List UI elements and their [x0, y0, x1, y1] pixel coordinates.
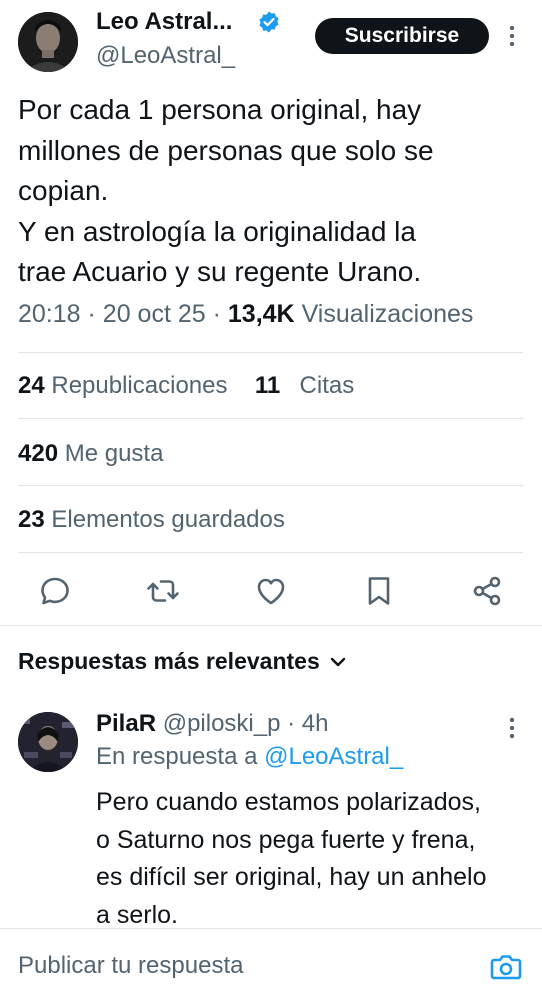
tweet-meta: 20:18 · 20 oct 25 · 13,4K Visualizacione…	[18, 300, 473, 329]
author-handle[interactable]: @LeoAstral_	[96, 42, 235, 70]
tweet-text: Por cada 1 persona original, hay millone…	[18, 90, 528, 293]
reply-item[interactable]: PilaR @piloski_p · 4h En respuesta a @Le…	[0, 700, 542, 929]
reposts-quotes-row: 24 Republicaciones 11 Citas	[18, 372, 354, 400]
reply-icon[interactable]	[37, 573, 73, 609]
bookmarks-row[interactable]: 23 Elementos guardados	[18, 506, 285, 534]
views-label[interactable]: Visualizaciones	[302, 300, 474, 328]
reply-to-mention[interactable]: @LeoAstral_	[264, 743, 403, 770]
reply-input[interactable]: Publicar tu respuesta	[18, 952, 243, 980]
reply-composer[interactable]: Publicar tu respuesta	[0, 930, 542, 1000]
tweet-header: Leo Astral... @LeoAstral_ Suscribirse	[0, 0, 542, 80]
reply-header: PilaR @piloski_p · 4h	[96, 710, 329, 738]
author-name[interactable]: Leo Astral...	[96, 8, 232, 36]
tweet-date[interactable]: 20 oct 25	[103, 300, 206, 328]
quotes-label[interactable]: Citas	[300, 372, 355, 399]
replies-sort-dropdown[interactable]: Respuestas más relevantes	[18, 648, 346, 675]
reply-text: Pero cuando estamos polarizados, o Satur…	[96, 784, 487, 934]
reply-author-handle[interactable]: @piloski_p	[163, 710, 281, 737]
reply-avatar[interactable]	[18, 712, 78, 772]
reply-text-line: o Saturno nos pega fuerte y frena,	[96, 825, 476, 854]
tweet-text-line: millones de personas que solo se	[18, 134, 434, 166]
bookmark-icon[interactable]	[361, 573, 397, 609]
bookmarks-count: 23	[18, 506, 45, 533]
reply-text-line: Pero cuando estamos polarizados,	[96, 788, 481, 816]
reply-time[interactable]: 4h	[302, 710, 329, 737]
reply-text-line: es difícil ser original, hay un anhelo	[96, 863, 487, 891]
action-bar	[0, 568, 542, 614]
reply-to-prefix: En respuesta a	[96, 743, 258, 770]
divider	[18, 485, 523, 486]
likes-row[interactable]: 420 Me gusta	[18, 440, 163, 468]
camera-icon[interactable]	[490, 952, 522, 982]
tweet-time[interactable]: 20:18	[18, 300, 81, 328]
divider	[0, 928, 542, 929]
reply-author-name[interactable]: PilaR	[96, 710, 156, 737]
likes-label: Me gusta	[64, 440, 164, 467]
divider	[18, 418, 523, 419]
sort-label: Respuestas más relevantes	[18, 648, 320, 674]
heart-icon[interactable]	[253, 573, 289, 609]
reply-context: En respuesta a @LeoAstral_	[96, 743, 403, 771]
share-icon[interactable]	[469, 573, 505, 609]
divider	[0, 625, 542, 626]
chevron-down-icon	[330, 657, 345, 666]
more-options-icon[interactable]	[504, 22, 520, 50]
views-count[interactable]: 13,4K	[228, 300, 295, 328]
verified-badge-icon	[259, 11, 279, 33]
tweet-text-line: copian.	[18, 175, 109, 206]
more-options-icon[interactable]	[504, 714, 520, 742]
meta-separator: ·	[287, 710, 302, 737]
bookmarks-label: Elementos guardados	[51, 506, 285, 533]
tweet-text-line: Por cada 1 persona original, hay	[18, 94, 422, 125]
subscribe-button[interactable]: Suscribirse	[315, 18, 489, 54]
reposts-count[interactable]: 24	[18, 372, 45, 399]
retweet-icon[interactable]	[145, 573, 181, 609]
divider	[18, 552, 523, 553]
author-avatar[interactable]	[18, 12, 78, 72]
divider	[18, 352, 523, 353]
quotes-count[interactable]: 11	[255, 372, 280, 399]
meta-separator: ·	[212, 300, 228, 328]
likes-count: 420	[18, 440, 59, 467]
tweet-text-line: trae Acuario y su regente Urano.	[18, 256, 422, 287]
reposts-label[interactable]: Republicaciones	[51, 372, 227, 399]
meta-separator: ·	[87, 300, 103, 328]
tweet-text-line: Y en astrología la originalidad la	[18, 215, 416, 247]
